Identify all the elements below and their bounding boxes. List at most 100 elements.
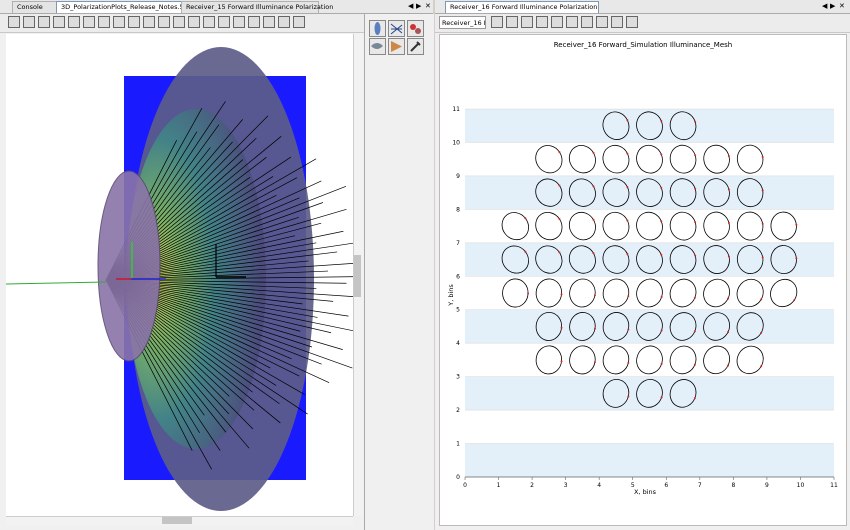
polarization-ellipse (736, 278, 764, 308)
measure-icon[interactable] (173, 16, 185, 28)
close-icon[interactable]: ✕ (839, 2, 845, 11)
copy-icon[interactable] (506, 16, 518, 28)
ellipse-outline (703, 144, 730, 174)
polarization-ellipse (736, 345, 764, 375)
zoom-in-icon[interactable] (23, 16, 35, 28)
chart-area[interactable]: Receiver_16 Forward_Simulation Illuminan… (439, 34, 847, 526)
ellipse-outline (535, 278, 563, 308)
line-thick-icon[interactable] (596, 16, 608, 28)
zoom-out-icon[interactable] (38, 16, 50, 28)
direction-mark (560, 360, 563, 363)
view-iso-icon[interactable] (113, 16, 125, 28)
direction-mark (627, 295, 630, 298)
3d-viewport[interactable] (6, 34, 359, 516)
filter-icon[interactable] (248, 16, 260, 28)
ellipse-outline (535, 145, 563, 174)
tab-scroll-right-icon[interactable]: ▶ (830, 2, 835, 11)
lens-icon[interactable] (369, 20, 386, 37)
polarization-ellipse (770, 278, 798, 308)
view-front-icon[interactable] (83, 16, 95, 28)
polarization-ellipse (535, 278, 563, 308)
warning-icon[interactable] (218, 16, 230, 28)
ellipse-outline (669, 211, 697, 241)
x-tick-label: 10 (797, 482, 805, 489)
polarization-ellipse (602, 345, 630, 375)
vertical-scroll-thumb[interactable] (354, 255, 361, 297)
y-tick-label: 4 (456, 340, 460, 347)
polarization-ellipse (736, 211, 764, 241)
polarization-ellipse (602, 144, 630, 174)
receiver-select[interactable]: Receiver_16 Fr (439, 16, 486, 29)
table-icon[interactable] (626, 16, 638, 28)
receiver-select-value: Receiver_16 Fr (442, 19, 486, 27)
rotate-icon[interactable] (128, 16, 140, 28)
polarization-ellipse (669, 211, 697, 241)
line-thin-icon[interactable] (611, 16, 623, 28)
horizontal-scroll-thumb[interactable] (162, 517, 192, 524)
zoom-icon[interactable] (551, 16, 563, 28)
pan-icon[interactable] (143, 16, 155, 28)
grid-lines (465, 108, 834, 478)
ellipse-outline (568, 211, 596, 241)
tab-receiver-16[interactable]: Receiver_16 Forward Illuminance Polariza… (445, 1, 599, 13)
info-icon[interactable] (203, 16, 215, 28)
crosshair-icon[interactable] (536, 16, 548, 28)
print-icon[interactable] (521, 16, 533, 28)
delete-icon[interactable] (263, 16, 275, 28)
zoom-window-icon[interactable] (53, 16, 65, 28)
tab-scroll-left-icon[interactable]: ◀ (408, 2, 413, 11)
polarization-ellipse (636, 144, 663, 174)
save-icon[interactable] (8, 16, 20, 28)
wrench-icon[interactable] (407, 38, 424, 55)
left-tab-strip: Console 3D_PolarizationPlots_Release_Not… (0, 0, 433, 14)
y-tick-label: 9 (456, 173, 460, 180)
x-axis-label: X, bins (634, 488, 657, 496)
y-tick-label: 10 (452, 139, 460, 146)
x-tick-label: 3 (564, 482, 568, 489)
ellipse-outline (602, 211, 630, 241)
ellipse-outline (770, 211, 797, 241)
export-icon[interactable] (293, 16, 305, 28)
polarization-ellipse (636, 345, 663, 375)
ellipse-outline (736, 278, 764, 308)
direction-mark (660, 153, 663, 156)
polarization-chart: 0 1 2 3 4 5 6 7 8 9 10 11 01234567891011 X, bins Y,… (447, 106, 838, 496)
tab-scroll-right-icon[interactable]: ▶ (416, 2, 421, 11)
camera-icon[interactable] (278, 16, 290, 28)
y-tick-label: 2 (456, 407, 460, 414)
direction-mark (560, 293, 563, 296)
polarization-ellipse (569, 278, 596, 308)
row-band (465, 443, 834, 477)
zoom-fit-icon[interactable] (68, 16, 80, 28)
x-tick-label: 1 (497, 482, 501, 489)
right-tab-strip: Receiver_16 Forward Illuminance Polariza… (435, 0, 850, 14)
right-pane: Receiver_16 Forward Illuminance Polariza… (435, 0, 850, 530)
tab-scroll-left-icon[interactable]: ◀ (822, 2, 827, 11)
y-tick-label: 11 (452, 106, 460, 113)
x-tick-label: 0 (463, 482, 467, 489)
x-tick-label: 4 (597, 482, 601, 489)
receiver-icon[interactable] (369, 38, 386, 55)
polarization-ellipse (703, 345, 730, 375)
tab-receiver-15[interactable]: Receiver_15 Forward Illuminance Polariza… (181, 1, 333, 13)
font-smaller-icon[interactable] (581, 16, 593, 28)
y-tick-label: 5 (456, 307, 460, 314)
ellipse-outline (535, 212, 563, 241)
tab-3d-polarization-plots[interactable]: 3D_PolarizationPlots_Release_Notes.5_4 (56, 1, 191, 13)
settings-icon[interactable] (388, 38, 405, 55)
direction-mark (527, 292, 530, 295)
direction-mark (693, 363, 696, 366)
direction-mark (727, 222, 730, 225)
view-side-icon[interactable] (98, 16, 110, 28)
close-icon[interactable]: ✕ (425, 2, 431, 11)
probe-icon[interactable] (188, 16, 200, 28)
ray-icon[interactable] (388, 20, 405, 37)
select-icon[interactable] (158, 16, 170, 28)
direction-mark (694, 221, 697, 224)
tab-console[interactable]: Console (12, 1, 58, 13)
font-larger-icon[interactable] (566, 16, 578, 28)
raytrace-icon[interactable] (233, 16, 245, 28)
save-icon[interactable] (491, 16, 503, 28)
direction-mark (761, 155, 764, 158)
source-icon[interactable] (407, 20, 424, 37)
